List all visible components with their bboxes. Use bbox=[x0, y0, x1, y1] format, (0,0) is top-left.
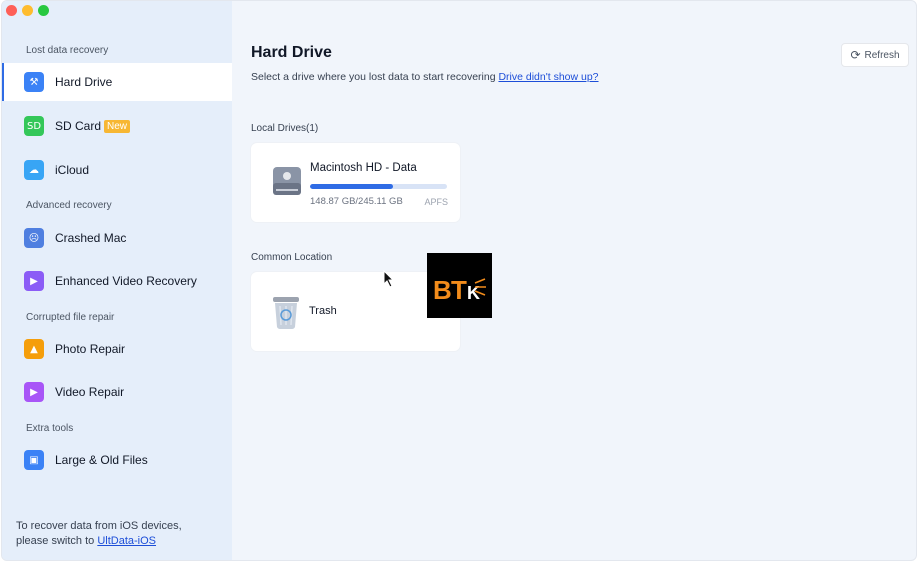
sidebar-item-hard-drive[interactable]: ⚒ Hard Drive bbox=[2, 63, 232, 101]
ultdata-ios-link[interactable]: UltData-iOS bbox=[97, 535, 156, 547]
drive-not-shown-link[interactable]: Drive didn't show up? bbox=[498, 71, 598, 83]
svg-text:T: T bbox=[451, 275, 467, 305]
sidebar: Lost data recovery ⚒ Hard Drive SD SD Ca… bbox=[2, 1, 232, 560]
sidebar-item-label: Photo Repair bbox=[55, 342, 126, 356]
video-repair-icon: ▶ bbox=[24, 382, 44, 402]
close-window-button[interactable] bbox=[6, 5, 17, 16]
new-badge: New bbox=[104, 119, 131, 133]
sidebar-item-video-repair[interactable]: ▶ Video Repair bbox=[2, 373, 232, 411]
sidebar-item-label: Large & Old Files bbox=[55, 453, 148, 467]
icloud-icon: ☁ bbox=[24, 160, 44, 180]
svg-text:B: B bbox=[433, 275, 452, 305]
sidebar-item-label: Hard Drive bbox=[55, 75, 113, 89]
sidebar-item-icloud[interactable]: ☁ iCloud bbox=[2, 151, 232, 189]
refresh-button[interactable]: ⟳ Refresh bbox=[841, 43, 909, 67]
footer-text-line2: please switch to UltData-iOS bbox=[16, 535, 157, 547]
video-recovery-icon: ▶ bbox=[24, 271, 44, 291]
section-title-lost-data: Lost data recovery bbox=[26, 45, 109, 56]
sidebar-footer: To recover data from iOS devices, please… bbox=[16, 519, 182, 549]
sidebar-item-enhanced-video[interactable]: ▶ Enhanced Video Recovery bbox=[2, 262, 232, 300]
crashed-mac-icon: ☹ bbox=[24, 228, 44, 248]
section-title-extra: Extra tools bbox=[26, 423, 74, 434]
photo-repair-icon: ▲ bbox=[24, 339, 44, 359]
refresh-icon: ⟳ bbox=[850, 48, 861, 62]
minimize-window-button[interactable] bbox=[22, 5, 33, 16]
drive-filesystem: APFS bbox=[424, 197, 448, 207]
page-title: Hard Drive bbox=[251, 44, 332, 61]
local-drives-label: Local Drives(1) bbox=[251, 123, 319, 134]
hard-disk-icon bbox=[273, 167, 301, 195]
drive-usage-fill bbox=[310, 184, 394, 189]
section-title-corrupted: Corrupted file repair bbox=[26, 312, 115, 323]
section-title-advanced: Advanced recovery bbox=[26, 200, 112, 211]
drive-size: 148.87 GB/245.11 GB bbox=[310, 196, 403, 207]
footer-text: To recover data from iOS devices, bbox=[16, 520, 182, 532]
sidebar-item-label: Video Repair bbox=[55, 385, 125, 399]
sidebar-item-large-old-files[interactable]: ▣ Large & Old Files bbox=[2, 441, 232, 479]
main-content: Hard Drive Select a drive where you lost… bbox=[232, 1, 916, 560]
sidebar-item-label: iCloud bbox=[55, 163, 90, 177]
sidebar-item-label: SD Card bbox=[55, 119, 102, 133]
drive-usage-bar bbox=[310, 184, 447, 189]
drive-card-macintosh-hd[interactable]: Macintosh HD - Data 148.87 GB/245.11 GB … bbox=[251, 143, 460, 222]
watermark-logo: B T K bbox=[427, 253, 492, 318]
mouse-cursor-icon bbox=[383, 270, 395, 288]
sd-card-icon: SD bbox=[24, 116, 44, 136]
page-subtitle: Select a drive where you lost data to st… bbox=[251, 71, 599, 83]
zoom-window-button[interactable] bbox=[38, 5, 49, 16]
common-location-label: Common Location bbox=[251, 252, 333, 263]
drive-name: Macintosh HD - Data bbox=[310, 162, 417, 174]
sidebar-item-sd-card[interactable]: SD SD Card New bbox=[2, 107, 232, 145]
sidebar-item-photo-repair[interactable]: ▲ Photo Repair bbox=[2, 330, 232, 368]
sidebar-item-label: Crashed Mac bbox=[55, 231, 127, 245]
window-controls bbox=[6, 5, 49, 16]
sidebar-item-label: Enhanced Video Recovery bbox=[55, 274, 197, 288]
hard-drive-icon: ⚒ bbox=[24, 72, 44, 92]
large-files-icon: ▣ bbox=[24, 450, 44, 470]
trash-label: Trash bbox=[309, 305, 337, 317]
sidebar-item-crashed-mac[interactable]: ☹ Crashed Mac bbox=[2, 219, 232, 257]
trash-icon bbox=[273, 297, 299, 329]
